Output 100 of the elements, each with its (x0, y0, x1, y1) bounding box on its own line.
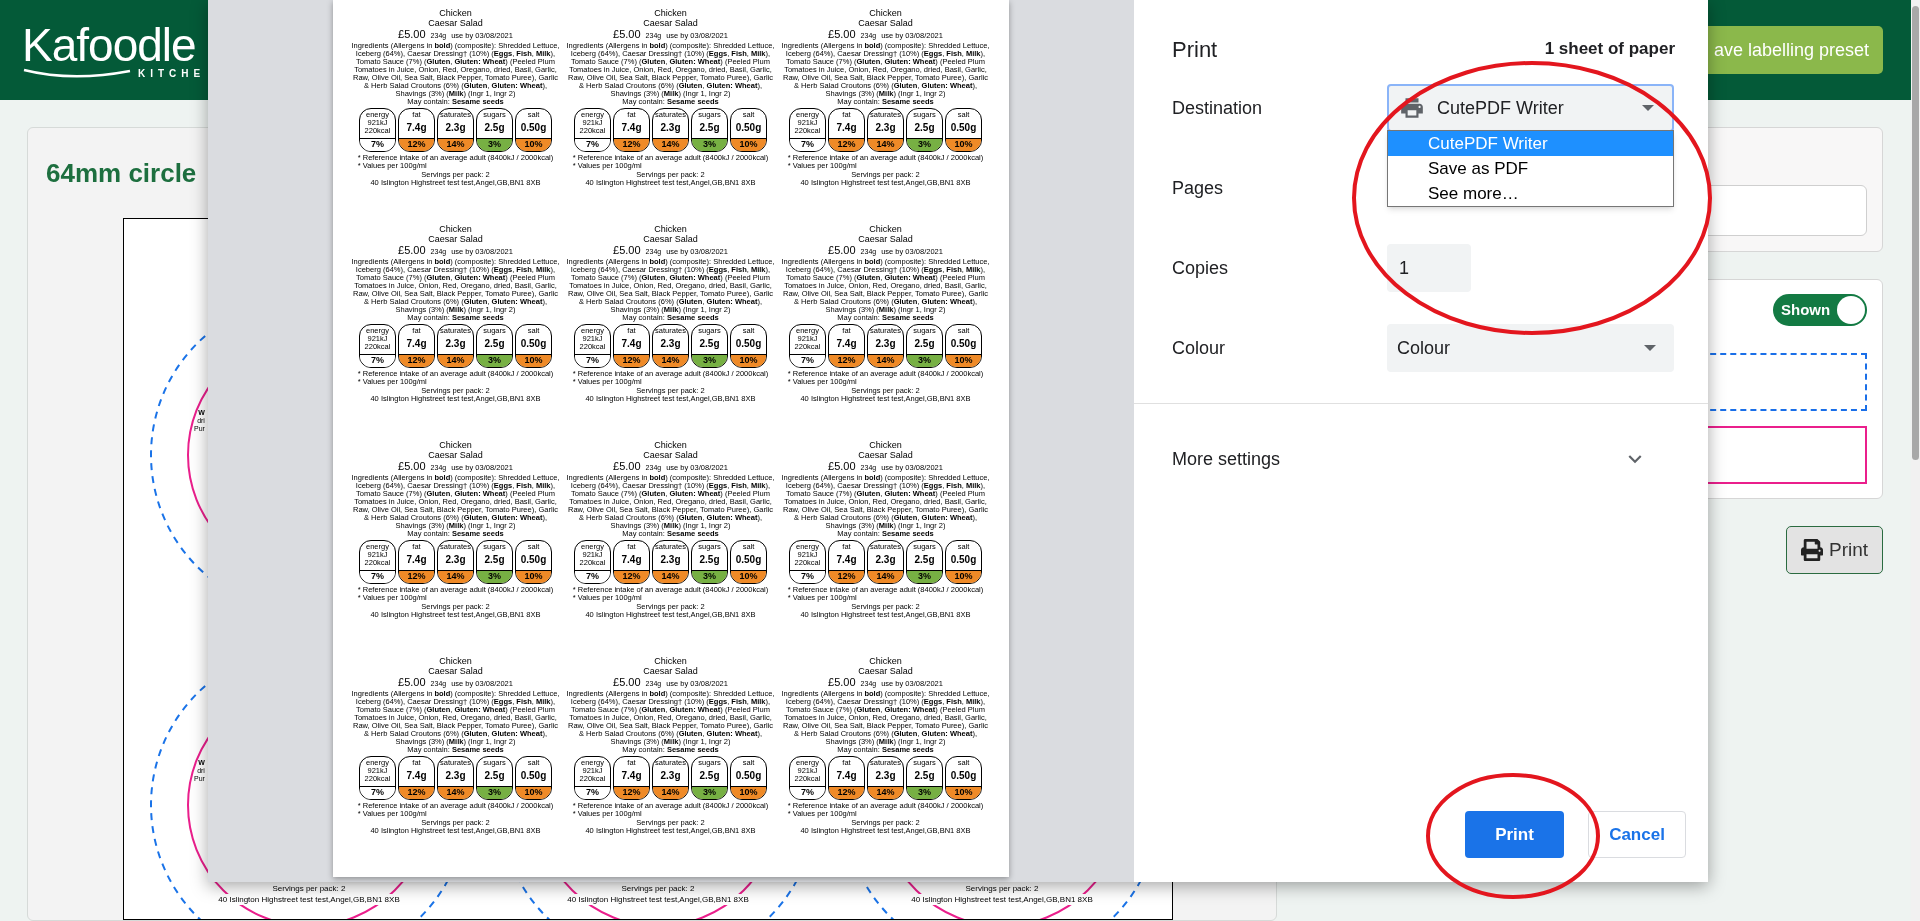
intake-percent: 7% (790, 353, 825, 367)
product-name: Caesar Salad (858, 450, 913, 460)
nutrient-amount: 0.50g (520, 769, 547, 782)
nutrient-amount: 0.50g (520, 121, 547, 134)
scrollbar-thumb[interactable] (1912, 6, 1919, 460)
nutrient-amount: 0.50g (950, 769, 977, 782)
intake-percent: 12% (614, 137, 649, 151)
intake-percent: 14% (868, 353, 903, 367)
product-name: Caesar Salad (643, 18, 698, 28)
nutrient-amount: 0.50g (520, 553, 547, 566)
price-text: £5.00 (398, 28, 426, 41)
intake-percent: 12% (829, 137, 864, 151)
nutrient-amount: 2.3g (660, 337, 681, 350)
intake-percent: 3% (477, 137, 512, 151)
intake-percent: 7% (575, 137, 610, 151)
intake-percent: 7% (790, 137, 825, 151)
product-name: Caesar Salad (643, 234, 698, 244)
price-text: £5.00 (613, 460, 641, 473)
printer-icon (1800, 539, 1823, 561)
nutrient-amount: 0.50g (735, 553, 762, 566)
intake-percent: 14% (438, 569, 473, 583)
product-name: Chicken (869, 656, 902, 666)
nutrient-amount: 2.3g (875, 769, 896, 782)
intake-percent: 7% (575, 353, 610, 367)
intake-percent: 14% (653, 353, 688, 367)
intake-percent: 3% (907, 785, 942, 799)
nutrient-amount: 0.50g (735, 769, 762, 782)
printer-icon (1399, 95, 1425, 121)
nutrient-amount: 2.3g (875, 553, 896, 566)
product-name: Chicken (869, 8, 902, 18)
intake-percent: 14% (868, 569, 903, 583)
price-text: £5.00 (398, 676, 426, 689)
dialog-title: Print (1172, 35, 1218, 64)
intake-percent: 10% (516, 569, 551, 583)
nutrient-amount: 0.50g (950, 121, 977, 134)
nutrient-amount: 2.3g (660, 121, 681, 134)
price-text: £5.00 (613, 676, 641, 689)
nutrient-amount: 2.5g (699, 121, 720, 134)
nutrient-amount: 2.3g (660, 769, 681, 782)
caret-icon (1642, 105, 1654, 111)
intake-percent: 12% (829, 353, 864, 367)
nutrient-amount: 2.5g (699, 769, 720, 782)
intake-percent: 12% (399, 353, 434, 367)
intake-percent: 7% (360, 353, 395, 367)
nutrient-amount: 2.3g (445, 769, 466, 782)
nutrient-amount: 7.4g (406, 121, 427, 134)
intake-percent: 14% (653, 785, 688, 799)
product-name: Chicken (439, 656, 472, 666)
intake-percent: 10% (731, 353, 766, 367)
swoosh-icon (22, 68, 132, 78)
nutrient-amount: 2.5g (914, 121, 935, 134)
copies-input[interactable]: 1 (1387, 244, 1471, 292)
dropdown-option[interactable]: Save as PDF (1388, 156, 1673, 181)
intake-percent: 14% (868, 785, 903, 799)
intake-percent: 10% (516, 785, 551, 799)
intake-percent: 7% (790, 569, 825, 583)
intake-percent: 14% (438, 785, 473, 799)
page-heading: 64mm circle (46, 157, 197, 190)
price-text: £5.00 (613, 28, 641, 41)
nutrient-amount: 2.3g (445, 553, 466, 566)
product-name: Chicken (869, 440, 902, 450)
nutrient-amount: 2.5g (484, 769, 505, 782)
dropdown-option[interactable]: See more… (1388, 181, 1673, 206)
more-settings-toggle[interactable]: More settings (1134, 404, 1708, 514)
cancel-button[interactable]: Cancel (1588, 811, 1686, 858)
price-text: £5.00 (828, 676, 856, 689)
price-text: £5.00 (398, 244, 426, 257)
print-button[interactable]: Print (1465, 811, 1564, 858)
nutrient-amount: 2.3g (660, 553, 681, 566)
price-text: £5.00 (398, 460, 426, 473)
product-name: Caesar Salad (643, 666, 698, 676)
product-name: Caesar Salad (643, 450, 698, 460)
intake-percent: 10% (946, 785, 981, 799)
intake-percent: 10% (731, 137, 766, 151)
intake-percent: 7% (360, 785, 395, 799)
toggle-switch[interactable]: Shown (1773, 294, 1867, 326)
product-name: Caesar Salad (858, 234, 913, 244)
colour-select[interactable]: Colour (1387, 324, 1674, 372)
product-name: Chicken (654, 224, 687, 234)
intake-percent: 12% (399, 137, 434, 151)
intake-percent: 3% (477, 785, 512, 799)
address-text: 40 Islington Highstreet test test,Angel,GB,BN1 8XB (216, 894, 402, 905)
nutrient-amount: 0.50g (520, 337, 547, 350)
nutrient-amount: 2.3g (445, 337, 466, 350)
nutrient-amount: 7.4g (621, 121, 642, 134)
setting-label: Destination (1172, 96, 1264, 120)
product-name: Caesar Salad (858, 18, 913, 28)
nutrient-amount: 2.3g (875, 337, 896, 350)
print-button[interactable]: Print (1786, 526, 1883, 574)
address-text: 40 Islington Highstreet test test,Angel,GB,BN1 8XB (565, 894, 751, 905)
sheet-count: 1 sheet of paper (1544, 38, 1675, 61)
setting-label: Pages (1172, 176, 1225, 200)
nutrient-amount: 0.50g (735, 121, 762, 134)
intake-percent: 3% (477, 569, 512, 583)
nutrient-amount: 2.3g (445, 121, 466, 134)
intake-percent: 7% (360, 137, 395, 151)
nutrient-amount: 7.4g (836, 553, 857, 566)
destination-select[interactable]: CutePDF Writer (1387, 84, 1674, 132)
nutrient-amount: 7.4g (406, 769, 427, 782)
intake-percent: 14% (653, 569, 688, 583)
